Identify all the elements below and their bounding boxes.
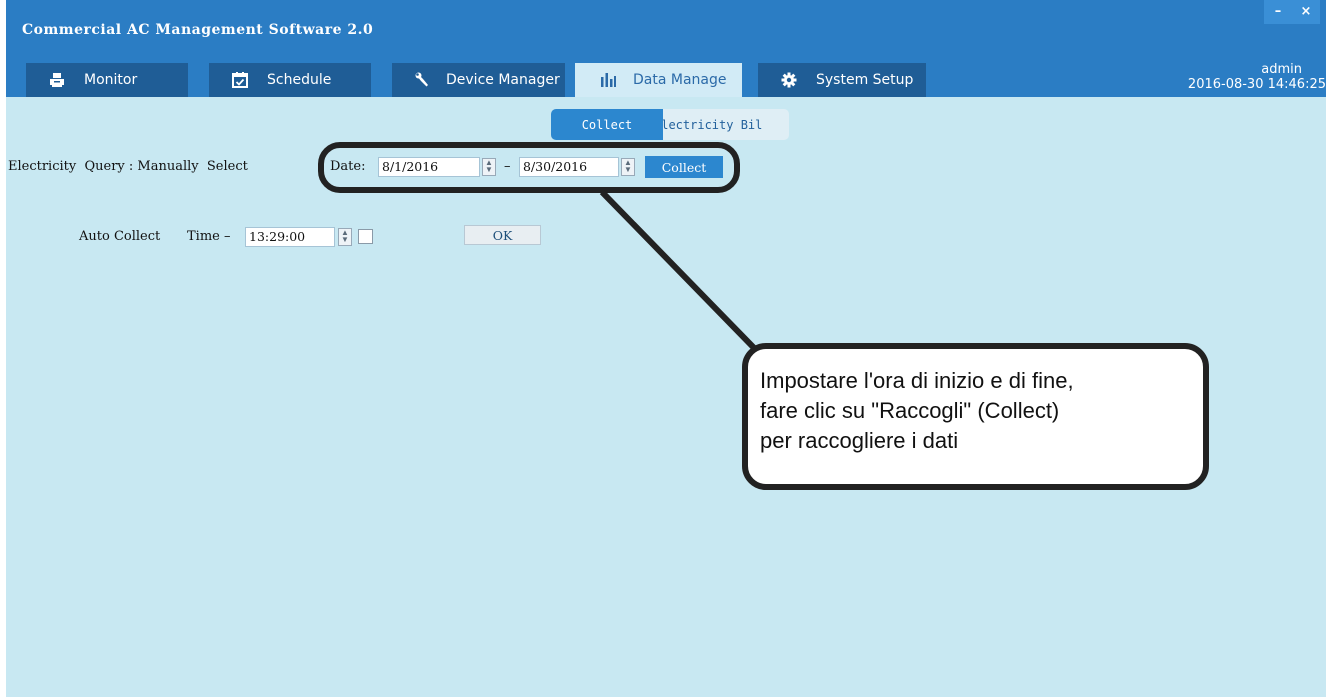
app-window: Commercial AC Management Software 2.0 – … bbox=[6, 0, 1326, 697]
callout-line: fare clic su "Raccogli" (Collect) bbox=[760, 398, 1060, 423]
callout-line: Impostare l'ora di inizio e di fine, bbox=[760, 368, 1074, 393]
callout-text: Impostare l'ora di inizio e di fine, far… bbox=[760, 366, 1190, 456]
callout-line: per raccogliere i dati bbox=[760, 428, 959, 453]
